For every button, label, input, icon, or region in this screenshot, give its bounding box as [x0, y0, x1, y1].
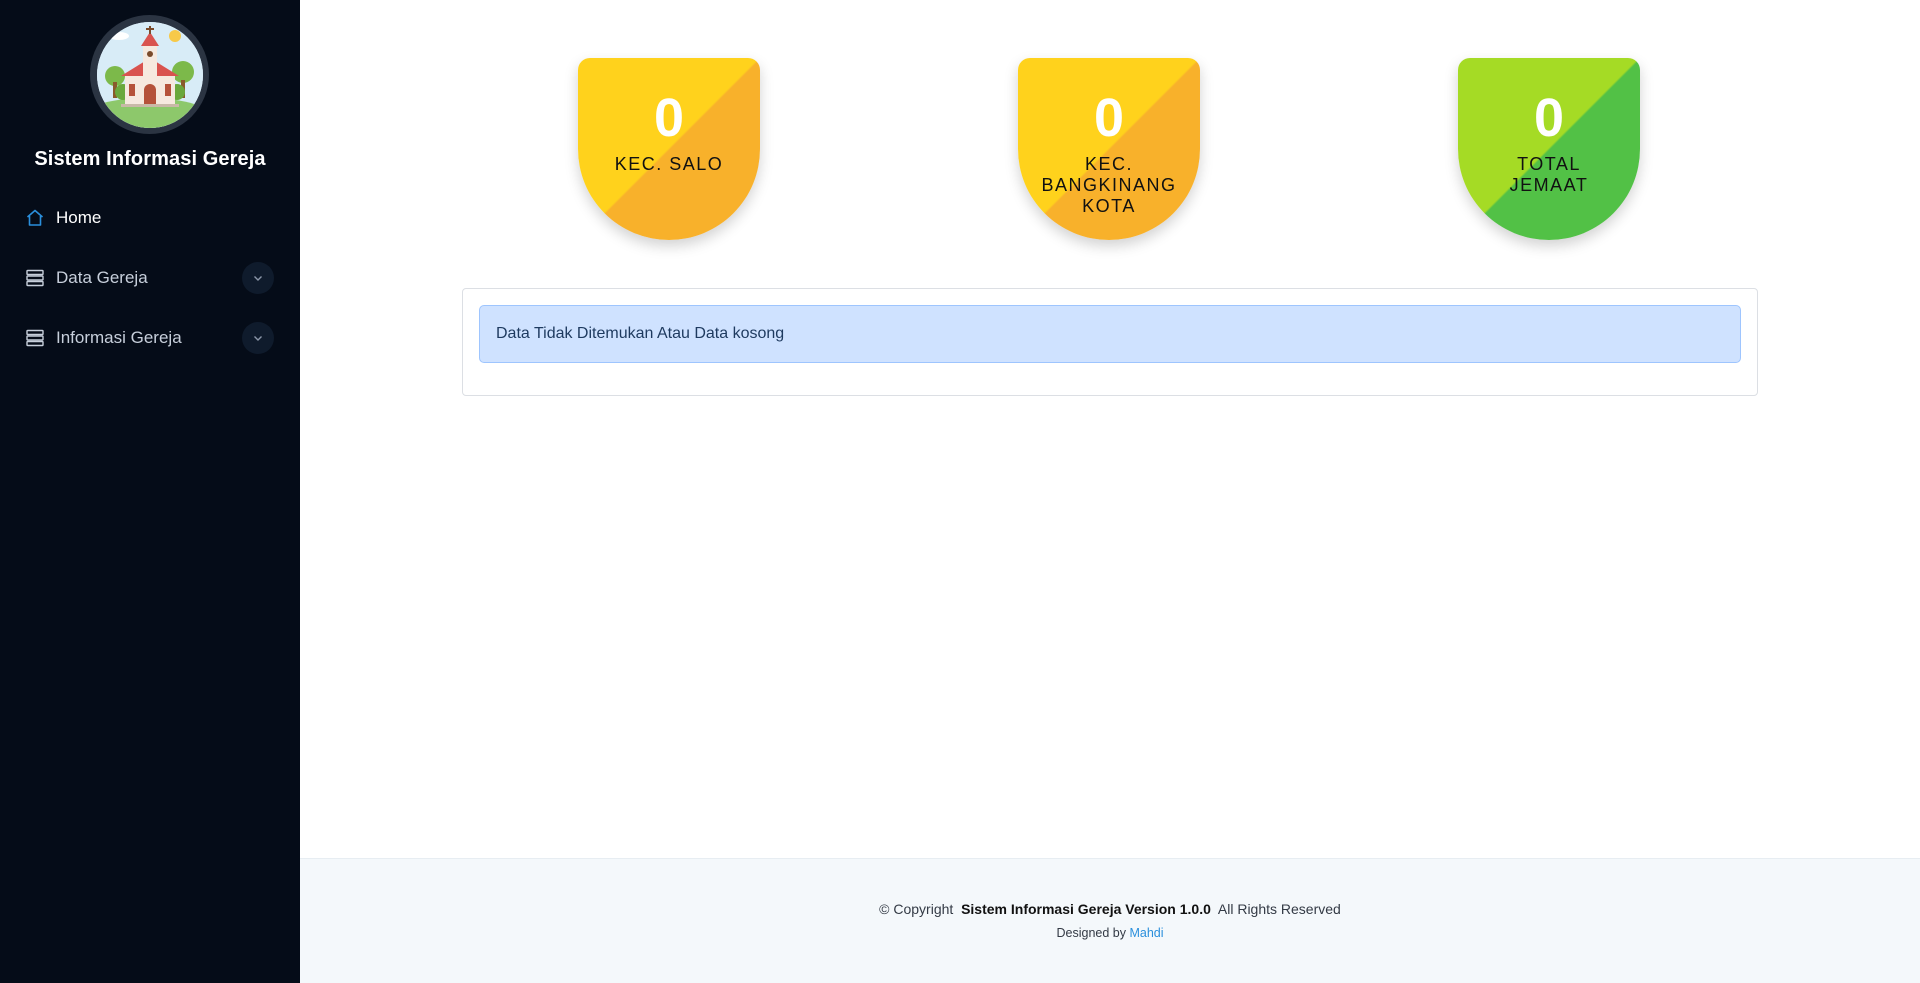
- empty-data-alert: Data Tidak Ditemukan Atau Data kosong: [479, 305, 1741, 363]
- sidebar-item-label: Data Gereja: [56, 268, 148, 287]
- stat-card-total-jemaat: 0 TOTAL JEMAAT: [1458, 58, 1640, 240]
- sidebar: Sistem Informasi Gereja Home Data Gereja: [0, 0, 300, 983]
- sidebar-item-home[interactable]: Home: [0, 196, 300, 240]
- rights-text: All Rights Reserved: [1217, 901, 1341, 917]
- sidebar-item-data-gereja[interactable]: Data Gereja: [0, 256, 300, 300]
- main-content: 0 KEC. SALO 0 KEC. BANGKINANG KOTA 0 TOT…: [300, 0, 1920, 858]
- stat-value: 0: [1533, 88, 1565, 148]
- designer-link[interactable]: Mahdi: [1129, 926, 1163, 940]
- stat-value: 0: [653, 88, 685, 148]
- app-root: Sistem Informasi Gereja Home Data Gereja: [0, 0, 1920, 983]
- copyright-prefix: © Copyright: [879, 901, 954, 917]
- stat-card-kec-salo: 0 KEC. SALO: [578, 58, 760, 240]
- designed-by-prefix: Designed by: [1056, 926, 1126, 940]
- stat-card-kec-bangkinang-kota: 0 KEC. BANGKINANG KOTA: [1018, 58, 1200, 240]
- data-card: Data Tidak Ditemukan Atau Data kosong: [462, 288, 1758, 396]
- app-version: Sistem Informasi Gereja Version 1.0.0: [961, 901, 1211, 917]
- church-logo[interactable]: [90, 15, 209, 134]
- stat-value: 0: [1093, 88, 1125, 148]
- copyright-line: © Copyright Sistem Informasi Gereja Vers…: [300, 901, 1920, 917]
- database-icon: [24, 327, 46, 349]
- chevron-down-icon[interactable]: [242, 322, 274, 354]
- chevron-down-icon[interactable]: [242, 262, 274, 294]
- stat-label: KEC. SALO: [614, 154, 724, 174]
- sidebar-item-label: Home: [56, 208, 102, 227]
- footer: © Copyright Sistem Informasi Gereja Vers…: [300, 858, 1920, 983]
- stat-label: TOTAL JEMAAT: [1509, 154, 1589, 195]
- sidebar-item-informasi-gereja[interactable]: Informasi Gereja: [0, 316, 300, 360]
- sidebar-item-label: Informasi Gereja: [56, 328, 182, 347]
- database-icon: [24, 267, 46, 289]
- designed-by-line: Designed by Mahdi: [300, 926, 1920, 940]
- home-icon: [24, 207, 46, 229]
- stat-label: KEC. BANGKINANG KOTA: [1041, 154, 1177, 216]
- brand-title: Sistem Informasi Gereja: [34, 148, 266, 170]
- church-logo-image: [96, 21, 203, 128]
